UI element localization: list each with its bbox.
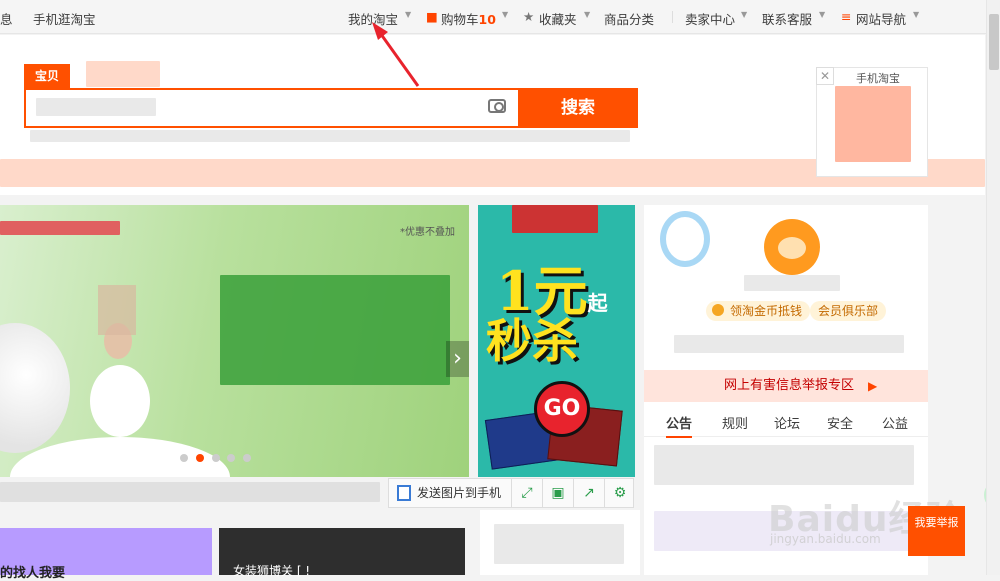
- nav-site-nav[interactable]: 网站导航: [856, 9, 906, 28]
- chevron-down-icon: ▼: [741, 10, 748, 19]
- nav-seller-center[interactable]: 卖家中心: [685, 9, 735, 28]
- share-icon[interactable]: ↗: [573, 479, 604, 507]
- watermark-url: jingyan.baidu.com: [770, 532, 881, 546]
- nav-categories[interactable]: 商品分类: [604, 9, 654, 28]
- promo-card-1[interactable]: 的找人我要: [0, 528, 212, 581]
- chevron-down-icon: ▼: [584, 10, 591, 19]
- report-link-label: 网上有害信息举报专区: [724, 378, 855, 393]
- promo-card-2-text: 女装狮博关 [ !: [233, 564, 311, 578]
- divider: [672, 11, 673, 23]
- save-icon[interactable]: ▣: [542, 479, 573, 507]
- gear-icon[interactable]: ⚙: [604, 479, 635, 507]
- notice-list-blurred: [654, 445, 914, 485]
- play-icon: ▶: [868, 379, 878, 393]
- report-link[interactable]: 网上有害信息举报专区 ▶: [644, 370, 928, 402]
- expand-icon[interactable]: ⤢: [511, 479, 542, 507]
- scrollbar-thumb[interactable]: [989, 14, 999, 70]
- carousel-dot[interactable]: [227, 454, 236, 462]
- mascot-avatar[interactable]: [764, 219, 820, 275]
- tab-security[interactable]: 安全: [827, 413, 853, 432]
- hot-words-row: [30, 130, 630, 142]
- webcam-illustration: [660, 211, 710, 267]
- gold-coin-badge[interactable]: 领淘金币抵钱: [706, 301, 811, 321]
- ad-top-blurred: [512, 205, 598, 233]
- promo-card-1-text: 的找人我要: [0, 566, 66, 581]
- camera-icon[interactable]: [488, 99, 506, 113]
- banner-caption-blurred: [0, 482, 380, 502]
- qr-label: 手机淘宝: [856, 72, 900, 85]
- scrollbar[interactable]: [986, 0, 1000, 575]
- main-banner[interactable]: *优惠不叠加 ›: [0, 205, 469, 477]
- promo-card-2[interactable]: 女装狮博关 [ !: [219, 528, 465, 578]
- tab-charity[interactable]: 公益: [882, 413, 908, 432]
- promo-note: *优惠不叠加: [400, 227, 455, 238]
- carousel-dot[interactable]: [243, 454, 252, 462]
- chevron-down-icon: ▼: [502, 10, 509, 19]
- search-tab-items[interactable]: 宝贝: [24, 64, 70, 88]
- send-to-phone-button[interactable]: 发送图片到手机: [389, 479, 509, 507]
- logo-blurred: [86, 61, 160, 87]
- chevron-down-icon: ▼: [819, 10, 826, 19]
- nav-left-fragment: 息: [0, 12, 13, 27]
- chevron-down-icon: ▼: [405, 10, 412, 19]
- nav-my-taobao[interactable]: 我的淘宝: [348, 9, 398, 28]
- cart-count: 10: [478, 12, 496, 27]
- floating-report-button[interactable]: 我要举报: [908, 506, 965, 556]
- chevron-down-icon: ▼: [913, 10, 920, 19]
- star-icon: ★: [523, 9, 535, 24]
- tab-rules[interactable]: 规则: [722, 413, 748, 432]
- nav-favorites[interactable]: 收藏夹: [539, 9, 577, 28]
- nav-mobile-taobao[interactable]: 手机逛淘宝: [33, 9, 96, 28]
- close-icon[interactable]: ✕: [816, 67, 834, 85]
- cart-label: 购物车: [441, 12, 479, 27]
- banner-brand-blurred: [0, 221, 120, 235]
- banner-headline-blurred: [220, 275, 450, 385]
- flash-sale-ad[interactable]: 1元起 秒杀 GO: [478, 205, 635, 477]
- site-nav-bar: 息 手机逛淘宝 我的淘宝 ▼ ■ 购物车10 ▼ ★ 收藏夹 ▼ 商品分类 卖家…: [0, 0, 1000, 34]
- search-button[interactable]: 搜索: [518, 88, 638, 128]
- ad-headline-2: 秒杀: [486, 314, 578, 368]
- carousel-dot[interactable]: [180, 454, 188, 462]
- username-blurred: [744, 275, 840, 291]
- chevron-right-icon[interactable]: ›: [446, 341, 469, 377]
- promo-card-3-blurred: [494, 524, 624, 564]
- tab-forum[interactable]: 论坛: [774, 413, 800, 432]
- cart-icon: ■: [426, 9, 438, 24]
- notice-tabs: 公告 规则 论坛 安全 公益: [644, 409, 928, 438]
- member-club-badge[interactable]: 会员俱乐部: [810, 301, 887, 321]
- carousel-dots: [180, 451, 255, 465]
- search-box: 搜索: [24, 88, 638, 128]
- menu-icon: ≡: [841, 9, 852, 24]
- go-badge: GO: [534, 381, 590, 437]
- nav-cart[interactable]: 购物车10: [441, 9, 496, 28]
- promo-card-3[interactable]: [480, 510, 640, 575]
- qr-code: [835, 86, 911, 162]
- carousel-dot[interactable]: [211, 454, 220, 462]
- ad-line1-suffix: 起: [587, 291, 608, 315]
- search-input[interactable]: [30, 93, 515, 123]
- carousel-dot[interactable]: [195, 454, 204, 462]
- image-tool-strip: 发送图片到手机 ⤢ ▣ ↗ ⚙: [388, 478, 634, 508]
- tab-notice[interactable]: 公告: [666, 413, 693, 438]
- nav-customer-service[interactable]: 联系客服: [762, 9, 812, 28]
- member-actions-blurred: [674, 335, 904, 353]
